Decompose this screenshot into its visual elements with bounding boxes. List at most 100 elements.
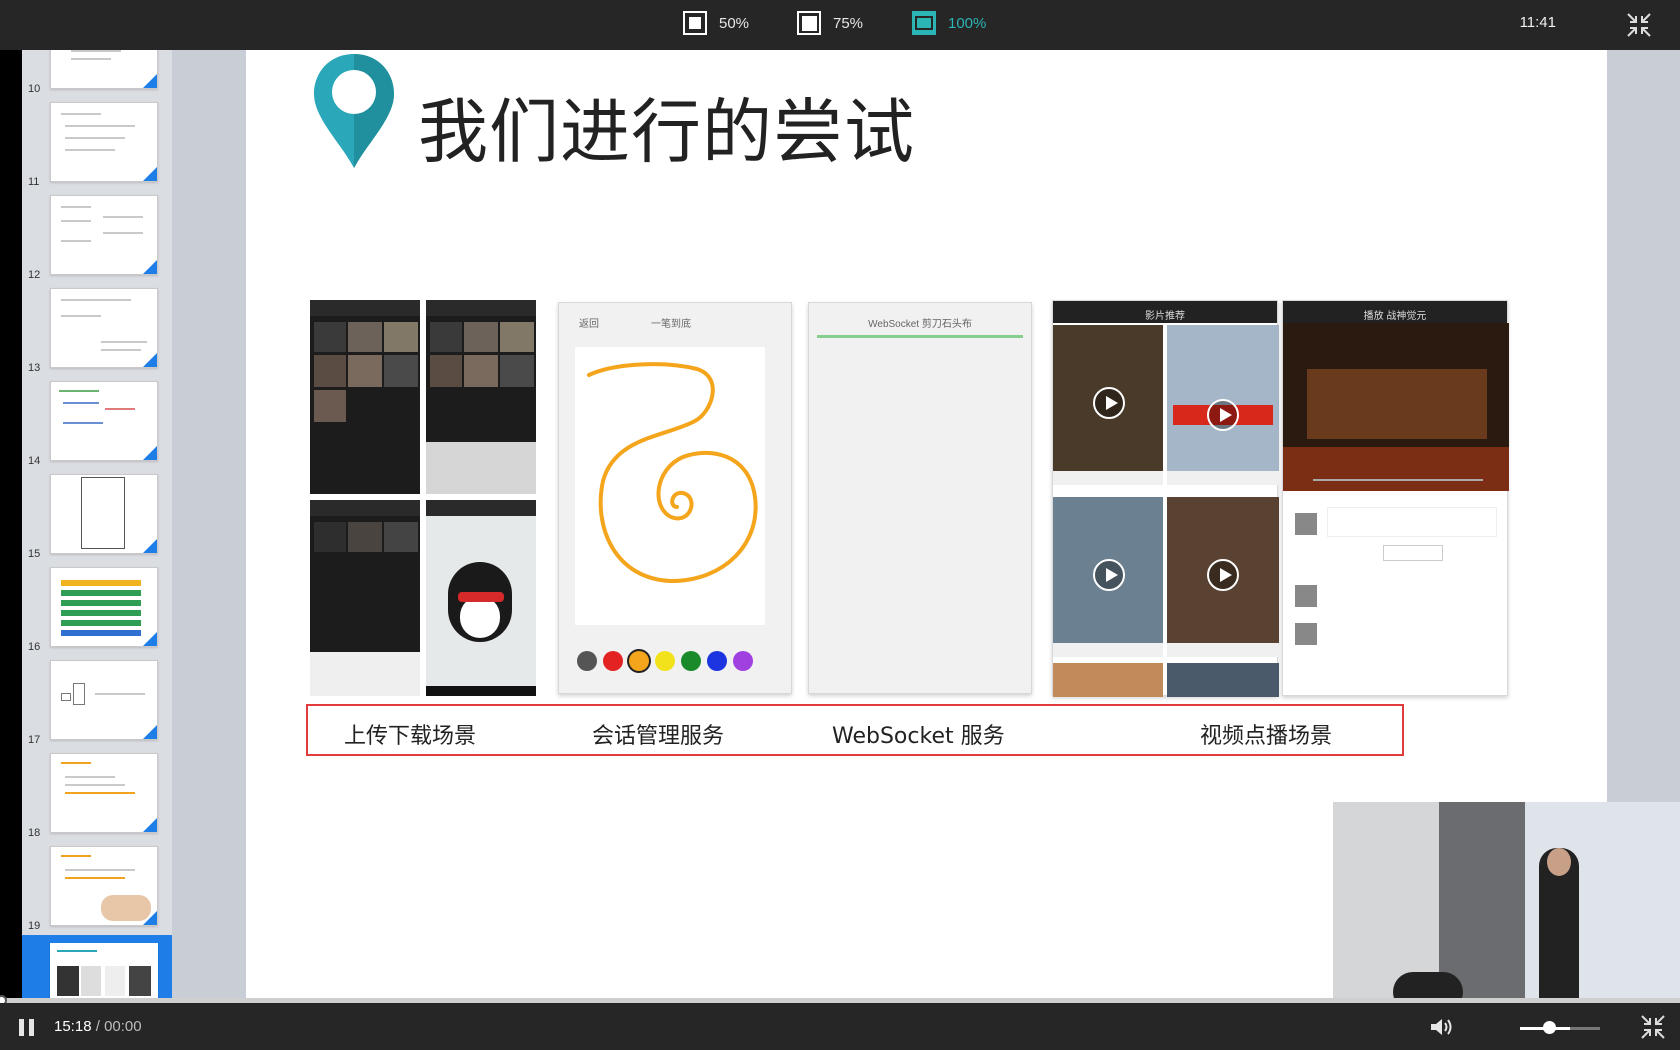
top-toolbar: 50% 75% 100% 11:41 [0,0,1680,50]
swatch-blue[interactable] [707,651,727,671]
websocket-progress-line [817,335,1023,338]
swatch-orange-selected[interactable] [629,651,649,671]
websocket-header: WebSocket 剪刀石头布 [868,319,972,330]
exit-fullscreen-icon[interactable] [1640,1014,1666,1040]
thumbnail-card [50,567,158,647]
clock: 11:41 [1519,14,1556,31]
swatch-green[interactable] [681,651,701,671]
thumbnail-17[interactable]: 17 [22,656,172,746]
thumbnail-number: 18 [28,827,41,839]
corner-marker-icon [143,911,157,925]
time-display: 15:18 / 00:00 [54,1018,142,1035]
video-player-area[interactable] [1283,323,1509,491]
thumbnail-card [50,288,158,368]
thumbnail-number: 15 [28,548,41,560]
corner-marker-icon [143,353,157,367]
thumbnail-number: 12 [28,269,41,281]
drawing-canvas[interactable] [575,347,765,625]
video-play-panel: 播放 战神觉元 [1282,300,1509,696]
label-video-on-demand: 视频点播场景 [1200,724,1333,749]
thumbnail-20-current[interactable] [22,935,172,998]
websocket-panel: WebSocket 剪刀石头布 [808,302,1032,694]
zoom-50-icon [683,11,707,35]
play-icon [1207,399,1239,431]
color-swatches [577,651,753,671]
volume-slider-knob[interactable] [1543,1021,1556,1034]
swatch-red[interactable] [603,651,623,671]
movie-poster-4[interactable] [1167,497,1279,657]
video-play-header: 播放 战神觉元 [1363,311,1427,322]
total-time: 00:00 [104,1018,142,1035]
exit-fullscreen-icon[interactable] [1626,12,1652,38]
swatch-yellow[interactable] [655,651,675,671]
movie-poster-3[interactable] [1053,497,1163,657]
thumbnail-14[interactable]: 14 [22,377,172,467]
thumbnail-12[interactable]: 12 [22,191,172,281]
zoom-50-button[interactable]: 50% [683,11,749,35]
pause-button[interactable] [19,1019,35,1036]
thumbnail-number: 17 [28,734,41,746]
volume-icon[interactable] [1429,1016,1455,1038]
upload-phone-4 [426,500,536,696]
thumbnail-sidebar[interactable]: 10 11 12 13 14 15 16 17 18 19 [22,50,172,998]
back-label: 返回 [579,319,599,330]
zoom-75-button[interactable]: 75% [797,11,863,35]
thumbnail-number: 14 [28,455,41,467]
corner-marker-icon [143,539,157,553]
zoom-75-icon [797,11,821,35]
screenshot-collage: 返回 一笔到底 WebSocket 剪刀石头布 影片推荐 播放 战神觉元 [308,300,1528,698]
speaker-video-overlay [1333,802,1680,998]
corner-marker-icon [143,74,157,88]
thumbnail-card [50,753,158,833]
swatch-purple[interactable] [733,651,753,671]
zoom-100-label: 100% [948,14,987,32]
corner-marker-icon [143,260,157,274]
avatar [1295,585,1317,607]
thumbnail-card [50,50,158,89]
spiral-drawing [587,362,758,584]
zoom-100-icon [912,11,936,35]
thumbnail-number: 13 [28,362,41,374]
drawing-panel: 返回 一笔到底 [558,302,792,694]
swatch-gray[interactable] [577,651,597,671]
thumbnail-card [50,943,158,998]
thumbnail-15[interactable]: 15 [22,470,172,560]
drawing-title: 一笔到底 [651,319,691,330]
corner-marker-icon [143,632,157,646]
corner-marker-icon [143,446,157,460]
zoom-100-button[interactable]: 100% [912,11,986,35]
upload-phone-3 [310,500,420,696]
label-session-management: 会话管理服务 [592,724,725,749]
play-icon [1093,387,1125,419]
avatar [1295,513,1317,535]
map-pin-icon [314,54,394,168]
avatar [1295,623,1317,645]
pause-icon [19,1019,24,1036]
movie-poster-2[interactable] [1167,325,1279,485]
thumbnail-card [50,381,158,461]
volume-slider-track[interactable] [1520,1027,1600,1030]
thumbnail-19[interactable]: 19 [22,842,172,932]
play-icon [1093,559,1125,591]
thumbnail-11[interactable]: 11 [22,98,172,188]
thumbnail-10[interactable]: 10 [22,50,172,95]
left-gutter [0,50,22,998]
thumbnail-13[interactable]: 13 [22,284,172,374]
slide-title: 我们进行的尝试 [418,91,915,173]
thumbnail-16[interactable]: 16 [22,563,172,653]
thumbnail-card [50,474,158,554]
thumbnail-card [50,102,158,182]
upload-phone-2 [426,300,536,494]
presentation-player: 50% 75% 100% 11:41 10 11 12 13 14 15 16 … [0,0,1680,1050]
movie-poster-1[interactable] [1053,325,1163,485]
corner-marker-icon [143,167,157,181]
zoom-75-label: 75% [833,14,864,32]
corner-marker-icon [143,818,157,832]
zoom-50-label: 50% [719,14,750,32]
thumbnail-card [50,846,158,926]
thumbnail-card [50,660,158,740]
thumbnail-number: 10 [28,83,41,95]
label-upload-download: 上传下载场景 [344,724,477,749]
thumbnail-number: 19 [28,920,41,932]
thumbnail-18[interactable]: 18 [22,749,172,839]
